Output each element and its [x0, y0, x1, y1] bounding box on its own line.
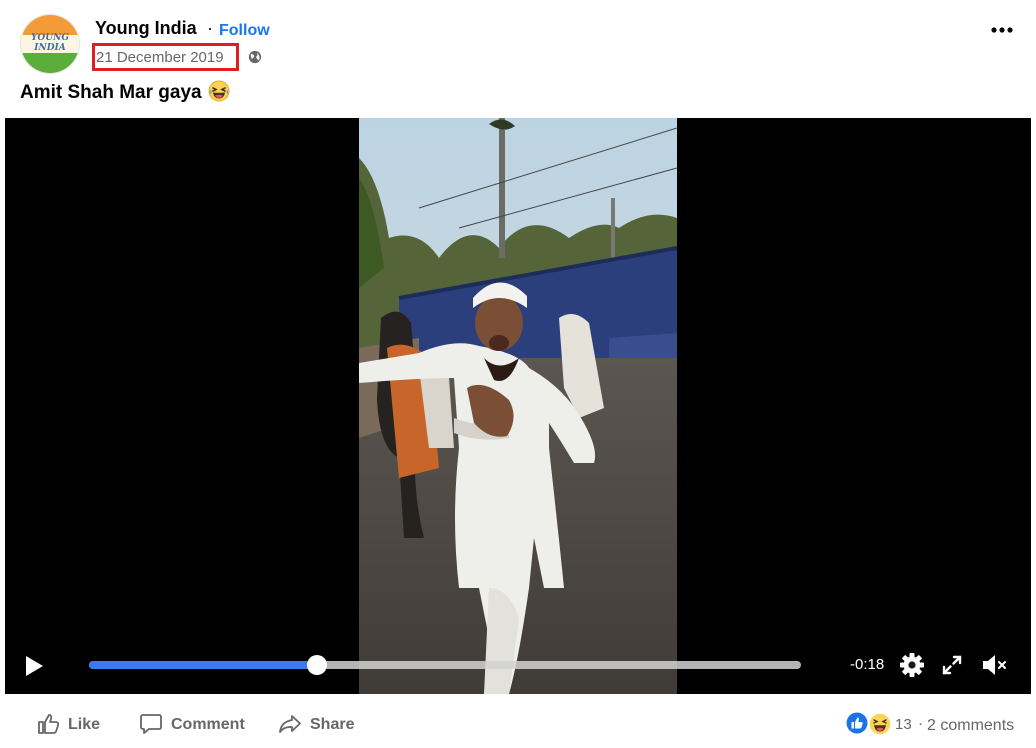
name-separator-dot: · — [207, 18, 213, 38]
like-label: Like — [68, 716, 101, 733]
video-frame — [359, 118, 677, 694]
page-name-link[interactable]: Young India — [95, 18, 197, 39]
reaction-count[interactable]: 13 — [895, 716, 912, 733]
page-avatar[interactable]: YOUNG INDIA — [20, 14, 80, 74]
video-progress-bar[interactable] — [89, 655, 801, 675]
globe-icon — [248, 50, 262, 64]
reaction-separator-dot: · — [918, 715, 923, 732]
post-caption: Amit Shah Mar gaya — [20, 80, 230, 104]
caption-text: Amit Shah Mar gaya — [20, 82, 202, 103]
grinning-squinting-tears-emoji — [208, 80, 230, 102]
video-scene — [359, 118, 677, 694]
avatar-saffron-stripe — [21, 15, 79, 35]
more-horizontal-icon[interactable] — [990, 24, 1014, 36]
play-icon[interactable] — [23, 654, 45, 678]
share-label: Share — [310, 716, 355, 733]
comment-button[interactable]: Comment — [139, 712, 249, 738]
reactions-summary: 13 · 2 comments — [846, 712, 1026, 738]
post-footer: Like Comment Share 13 · 2 comments — [0, 700, 1036, 748]
video-player[interactable]: -0:18 — [5, 118, 1031, 694]
video-controls: -0:18 — [5, 638, 1031, 694]
time-remaining: -0:18 — [850, 656, 885, 673]
facebook-post: YOUNG INDIA Young India · Follow 21 Decem… — [0, 0, 1036, 748]
follow-button[interactable]: Follow — [219, 22, 270, 40]
comment-label: Comment — [171, 716, 245, 733]
thumbs-up-icon — [38, 714, 60, 734]
share-arrow-icon — [279, 715, 301, 733]
like-button[interactable]: Like — [37, 712, 107, 738]
gear-icon[interactable] — [899, 652, 925, 678]
comment-bubble-icon — [140, 714, 162, 734]
video-progress-handle[interactable] — [306, 655, 327, 675]
haha-reaction-icon[interactable] — [868, 712, 892, 736]
post-header: YOUNG INDIA Young India · Follow 21 Decem… — [20, 14, 1020, 78]
avatar-logo-text: YOUNG INDIA — [30, 33, 70, 53]
video-progress-fill — [89, 661, 317, 669]
share-button[interactable]: Share — [278, 712, 358, 738]
like-reaction-icon[interactable] — [846, 712, 868, 734]
fullscreen-icon[interactable] — [941, 654, 963, 676]
volume-muted-icon[interactable] — [981, 652, 1009, 678]
post-date[interactable]: 21 December 2019 — [96, 49, 224, 66]
comments-count-link[interactable]: 2 comments — [927, 717, 1014, 735]
avatar-green-stripe — [21, 53, 79, 73]
